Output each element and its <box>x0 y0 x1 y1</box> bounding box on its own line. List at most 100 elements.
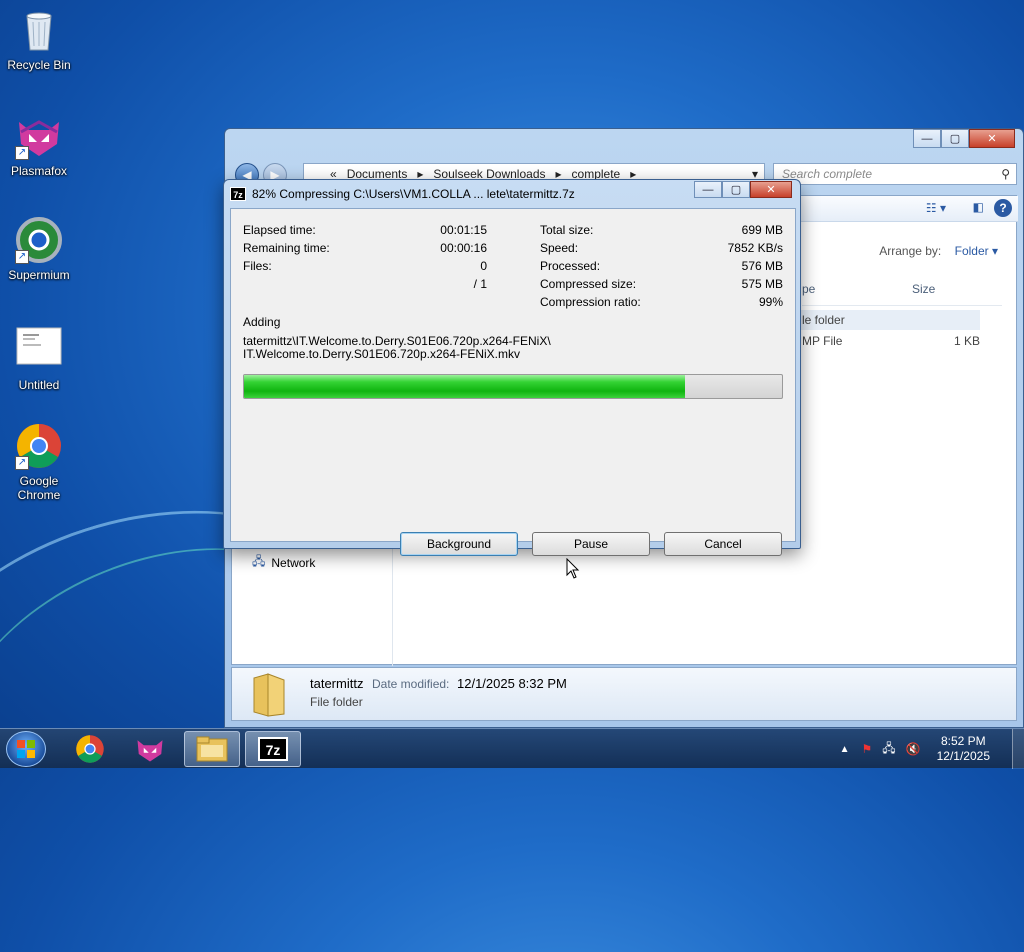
network-status-icon[interactable]: 🖧 <box>882 739 895 760</box>
cancel-button[interactable]: Cancel <box>664 532 782 556</box>
stat-label: Compressed size: <box>540 277 637 291</box>
compression-progress-dialog: 7z 82% Compressing C:\Users\VM1.COLLA ..… <box>223 179 801 556</box>
7zip-icon: 7z <box>258 737 288 761</box>
maximize-button[interactable]: ▢ <box>941 129 969 148</box>
window-controls: — ▢ ✕ <box>913 129 1015 148</box>
search-icon: ⚲ <box>1001 167 1010 181</box>
system-tray: ▲ ⚑ 🖧 🔇 8:52 PM 12/1/2025 <box>840 729 1024 769</box>
adding-label: Adding <box>243 315 281 329</box>
close-button[interactable]: ✕ <box>750 181 792 198</box>
stat-label: Processed: <box>540 259 601 273</box>
column-header-type[interactable]: pe <box>802 282 815 296</box>
close-button[interactable]: ✕ <box>969 129 1015 148</box>
clock[interactable]: 8:52 PM 12/1/2025 <box>937 734 990 764</box>
chevron-down-icon: ▾ <box>988 244 998 258</box>
file-row[interactable]: le folder <box>792 310 980 330</box>
desktop-icon-recycle-bin[interactable]: Recycle Bin <box>0 6 78 72</box>
taskbar-explorer[interactable] <box>184 731 240 767</box>
column-header-size[interactable]: Size <box>912 282 935 296</box>
desktop-icon-google-chrome[interactable]: ↗ Google Chrome <box>0 422 78 502</box>
arrange-by-dropdown[interactable]: Folder <box>955 244 989 258</box>
clock-date: 12/1/2025 <box>936 749 990 763</box>
taskbar-7zip[interactable]: 7z <box>245 731 301 767</box>
arrange-by-label: Arrange by: <box>879 244 942 258</box>
desktop-icon-label: Google Chrome <box>17 474 61 502</box>
column-headers: pe Size <box>802 282 1002 306</box>
chrome-icon <box>76 735 104 763</box>
dialog-body: Elapsed time: 00:01:15 Remaining time: 0… <box>230 208 796 556</box>
preview-pane-icon[interactable]: ◧ <box>973 200 984 214</box>
maximize-button[interactable]: ▢ <box>722 181 750 198</box>
recycle-bin-icon <box>15 6 63 54</box>
search-input[interactable]: Search complete ⚲ <box>773 163 1017 185</box>
arrange-by: Arrange by: Folder ▾ <box>879 244 998 258</box>
desktop-icon-label: Supermium <box>8 268 70 282</box>
files-value: 0 <box>480 259 487 273</box>
shortcut-arrow-icon: ↗ <box>15 146 29 160</box>
elapsed-time-value: 00:01:15 <box>440 223 487 237</box>
chrome-icon: ↗ <box>15 422 63 470</box>
total-size-value: 699 MB <box>741 223 783 237</box>
show-desktop-button[interactable] <box>1012 729 1024 769</box>
shortcut-arrow-icon: ↗ <box>15 456 29 470</box>
taskbar-plasmafox[interactable] <box>122 731 178 767</box>
minimize-button[interactable]: — <box>694 181 722 198</box>
stat-label: Speed: <box>540 241 579 255</box>
dialog-title: 82% Compressing C:\Users\VM1.COLLA ... l… <box>252 187 575 201</box>
stat-label: Files: <box>243 259 272 273</box>
plasmafox-icon <box>137 740 163 762</box>
path-line: IT.Welcome.to.Derry.S01E06.720p.x264-FEN… <box>243 347 520 361</box>
clock-time: 8:52 PM <box>940 734 986 748</box>
action-center-flag-icon[interactable]: ⚑ <box>862 742 873 756</box>
nav-item-network[interactable]: 🖧 Network <box>252 552 315 573</box>
show-hidden-icons-icon[interactable]: ▲ <box>840 744 850 755</box>
help-icon[interactable]: ? <box>994 199 1012 217</box>
plasmafox-icon: ↗ <box>15 112 63 160</box>
desktop-icon-label: Plasmafox <box>10 164 68 178</box>
desktop-icon-untitled[interactable]: Untitled <box>0 326 78 392</box>
desktop-icon-plasmafox[interactable]: ↗ Plasmafox <box>0 112 78 178</box>
network-icon: 🖧 <box>252 554 266 568</box>
processed-value: 576 MB <box>741 259 783 273</box>
details-modified-value: 12/1/2025 8:32 PM <box>457 676 567 691</box>
details-modified-label: Date modified: <box>372 677 450 691</box>
stat-label: Elapsed time: <box>243 223 316 237</box>
desktop-icon-label: Recycle Bin <box>7 58 71 72</box>
dialog-titlebar: 7z 82% Compressing C:\Users\VM1.COLLA ..… <box>230 185 575 203</box>
desktop-icon-label: Untitled <box>18 378 60 392</box>
pause-button[interactable]: Pause <box>532 532 650 556</box>
dialog-window-controls: — ▢ ✕ <box>694 181 792 198</box>
start-button[interactable] <box>6 731 46 767</box>
files-total-value: / 1 <box>473 277 487 291</box>
view-options-icon[interactable]: ☷ ▾ <box>926 201 946 215</box>
stat-label: Remaining time: <box>243 241 330 255</box>
mouse-cursor-icon <box>566 557 580 583</box>
speed-value: 7852 KB/s <box>727 241 783 255</box>
volume-muted-icon[interactable]: 🔇 <box>906 742 921 756</box>
background-button[interactable]: Background <box>400 532 518 556</box>
file-row[interactable]: MP File 1 KB <box>802 334 980 354</box>
details-pane: tatermittz Date modified: 12/1/2025 8:32… <box>231 667 1017 721</box>
compressed-size-value: 575 MB <box>741 277 783 291</box>
remaining-time-value: 00:00:16 <box>440 241 487 255</box>
file-type: MP File <box>802 334 843 348</box>
stat-label: Total size: <box>540 223 594 237</box>
folder-icon <box>196 736 228 762</box>
desktop-icon-supermium[interactable]: ↗ Supermium <box>0 216 78 282</box>
details-name: tatermittz <box>310 676 364 691</box>
folder-icon <box>252 672 286 721</box>
taskbar: 7z ▲ ⚑ 🖧 🔇 8:52 PM 12/1/2025 <box>0 728 1024 769</box>
minimize-button[interactable]: — <box>913 129 941 148</box>
shortcut-arrow-icon: ↗ <box>15 250 29 264</box>
details-type: File folder <box>310 695 363 709</box>
windows-logo-icon <box>17 740 35 758</box>
file-size: 1 KB <box>953 334 980 348</box>
document-thumbnail-icon <box>15 326 63 374</box>
progress-bar <box>243 374 783 399</box>
file-type: le folder <box>802 313 845 327</box>
current-file-path: tatermittz\IT.Welcome.to.Derry.S01E06.72… <box>243 335 551 361</box>
supermium-icon: ↗ <box>15 216 63 264</box>
7zip-icon: 7z <box>230 187 246 201</box>
taskbar-chrome[interactable] <box>62 731 118 767</box>
compression-ratio-value: 99% <box>758 295 783 309</box>
